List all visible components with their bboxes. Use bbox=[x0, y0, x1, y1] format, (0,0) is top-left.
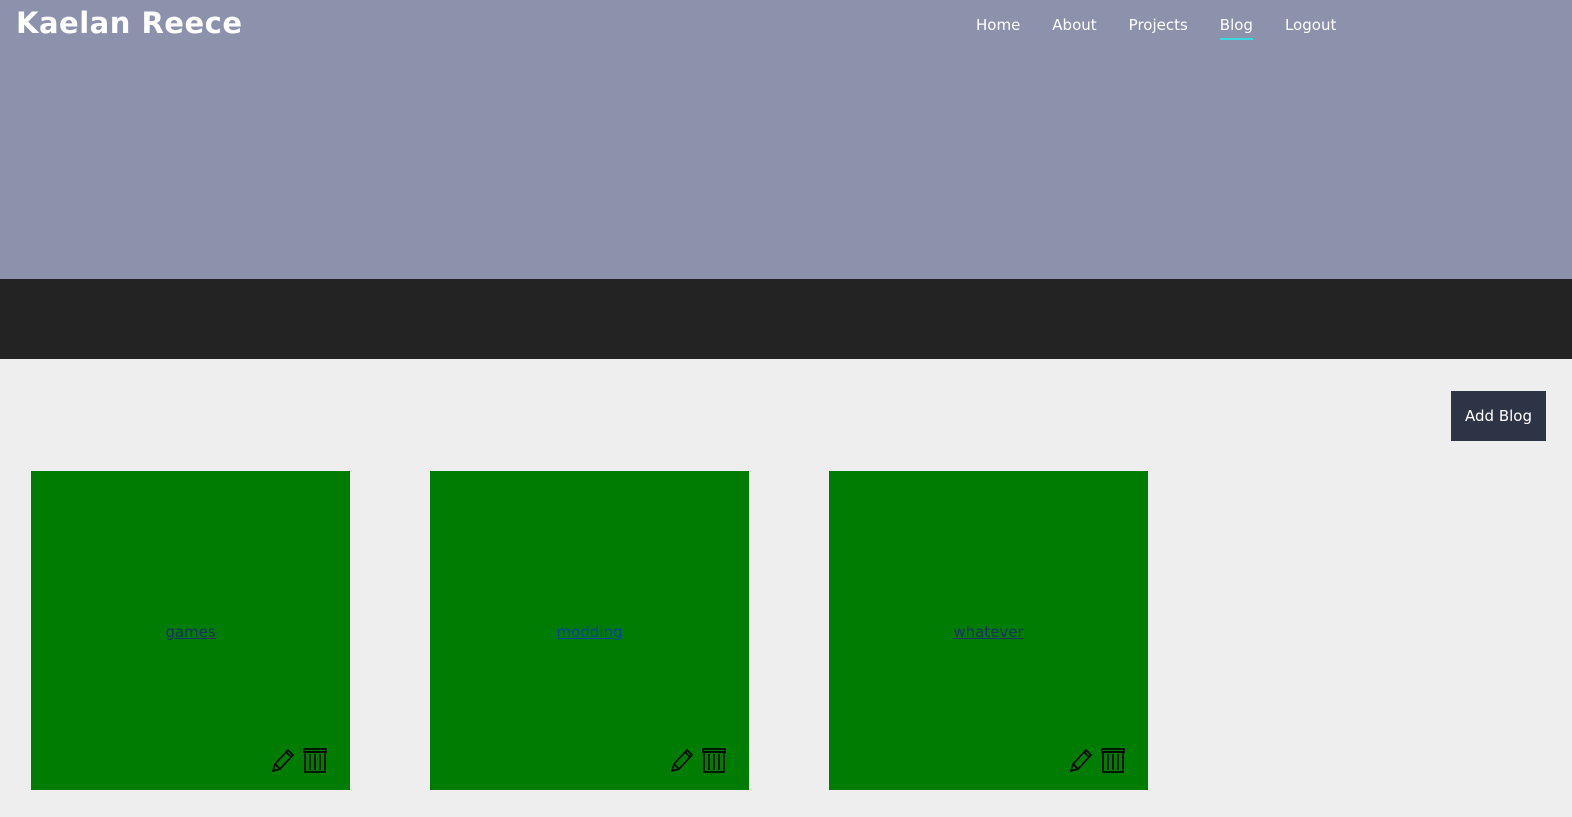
blog-card-modding[interactable]: modding bbox=[430, 471, 749, 790]
main-nav: Home About Projects Blog Logout bbox=[976, 16, 1368, 40]
blog-link-modding[interactable]: modding bbox=[430, 623, 749, 641]
add-blog-button[interactable]: Add Blog bbox=[1451, 391, 1546, 441]
dark-band bbox=[0, 279, 1572, 359]
nav-about[interactable]: About bbox=[1052, 16, 1096, 38]
blog-link-games[interactable]: games bbox=[31, 623, 350, 641]
trash-icon[interactable] bbox=[1100, 746, 1126, 774]
pencil-icon[interactable] bbox=[270, 746, 296, 774]
trash-icon[interactable] bbox=[701, 746, 727, 774]
blog-card-games[interactable]: games bbox=[31, 471, 350, 790]
pencil-icon[interactable] bbox=[669, 746, 695, 774]
nav-projects[interactable]: Projects bbox=[1129, 16, 1188, 38]
pencil-icon[interactable] bbox=[1068, 746, 1094, 774]
nav-blog[interactable]: Blog bbox=[1219, 16, 1254, 40]
nav-logout[interactable]: Logout bbox=[1285, 16, 1336, 38]
site-title[interactable]: Kaelan Reece bbox=[16, 6, 243, 40]
card-actions bbox=[1068, 746, 1126, 774]
card-actions bbox=[270, 746, 328, 774]
nav-home[interactable]: Home bbox=[976, 16, 1020, 38]
hero-banner: Kaelan Reece Home About Projects Blog Lo… bbox=[0, 0, 1572, 279]
blog-card-whatever[interactable]: whatever bbox=[829, 471, 1148, 790]
card-actions bbox=[669, 746, 727, 774]
trash-icon[interactable] bbox=[302, 746, 328, 774]
blog-link-whatever[interactable]: whatever bbox=[829, 623, 1148, 641]
